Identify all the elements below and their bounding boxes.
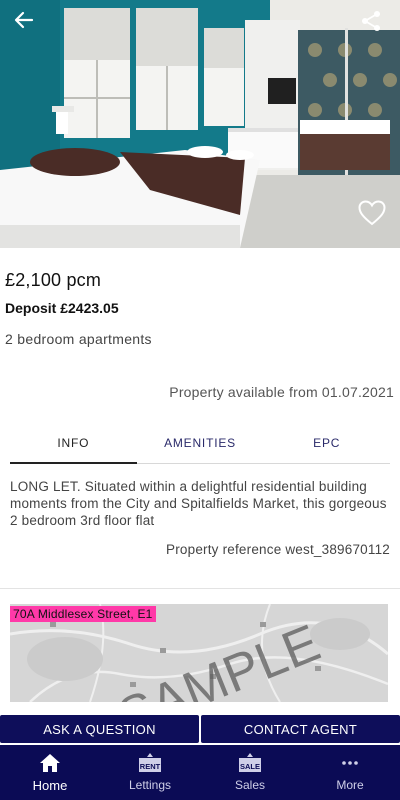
detail-tabs: INFO AMENITIES EPC [10,430,390,464]
price: £2,100 pcm [5,270,102,290]
sale-sign-icon: SALE [239,753,261,772]
nav-item-more[interactable]: More [300,745,400,800]
back-arrow-icon [14,11,34,29]
share-icon [362,11,380,31]
nav-item-lettings[interactable]: RENT Lettings [100,745,200,800]
tab-amenities[interactable]: AMENITIES [137,430,264,463]
action-bar: ASK A QUESTION CONTACT AGENT [0,715,400,743]
section-divider [0,588,400,589]
svg-text:SALE: SALE [240,762,260,771]
share-button[interactable] [360,10,396,46]
nav-label-lettings: Lettings [128,778,172,792]
property-description: LONG LET. Situated within a delightful r… [10,479,387,528]
nav-item-home[interactable]: Home [0,745,100,800]
tab-info[interactable]: INFO [10,430,137,464]
property-photo[interactable] [0,0,400,248]
svg-text:RENT: RENT [140,762,161,771]
contact-agent-button[interactable]: CONTACT AGENT [201,715,400,743]
ask-question-button[interactable]: ASK A QUESTION [0,715,199,743]
deposit: Deposit £2423.05 [5,300,119,316]
heart-icon [358,200,386,226]
nav-label-home: Home [32,778,68,793]
back-button[interactable] [14,10,50,46]
map-address-label: 70A Middlesex Street, E1 [10,606,156,622]
nav-item-sales[interactable]: SALE Sales [200,745,300,800]
property-type: 2 bedroom apartments [5,331,152,347]
more-dots-icon [342,761,358,765]
favourite-button[interactable] [358,200,394,236]
tab-epc[interactable]: EPC [263,430,390,463]
nav-label-more: More [336,778,364,792]
bottom-navigation: Home RENT Lettings SALE Sales More [0,745,400,800]
property-reference: Property reference west_389670112 [166,542,390,557]
availability-date: Property available from 01.07.2021 [169,384,394,400]
bedroom-photo-illustration [0,0,400,248]
home-icon [40,754,60,772]
nav-label-sales: Sales [234,778,266,792]
location-map[interactable]: SAMPLE 70A Middlesex Street, E1 [10,604,388,702]
rent-sign-icon: RENT [139,753,161,772]
